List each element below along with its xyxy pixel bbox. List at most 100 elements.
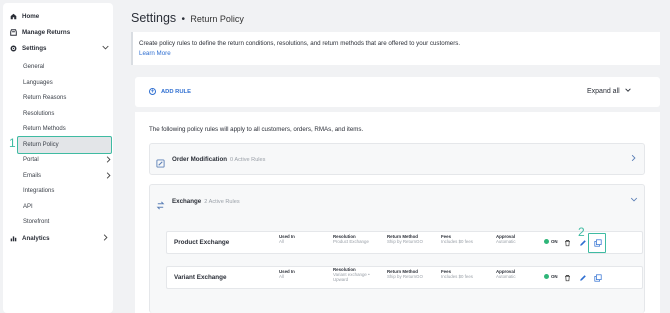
col-return-method: Return Method Ship by ReturnGO bbox=[387, 269, 423, 279]
sidebar-item-label: Integrations bbox=[23, 188, 55, 194]
col-return-method: Return Method Ship by ReturnGO bbox=[387, 234, 423, 244]
col-used-in: Used In All bbox=[279, 269, 295, 279]
pencil-icon[interactable] bbox=[578, 238, 587, 247]
nav-home[interactable]: Home bbox=[10, 13, 39, 20]
annotation-highlight-box bbox=[588, 233, 606, 253]
col-approval: Approval Automatic bbox=[496, 269, 516, 279]
table-row[interactable]: Variant Exchange Used In All Resolution … bbox=[166, 266, 643, 289]
group-order-modification[interactable]: Order Modification 0 Active Rules bbox=[149, 143, 645, 175]
col-value: Automatic bbox=[496, 239, 516, 245]
annotation-callout-2: 2 bbox=[578, 225, 585, 239]
chevron-right-icon bbox=[105, 156, 112, 165]
col-value: Product Exchange bbox=[333, 239, 369, 245]
col-resolution: Resolution Product Exchange bbox=[333, 234, 383, 244]
col-value: Includes $0 fees bbox=[441, 274, 473, 280]
add-rule-label: ADD RULE bbox=[161, 88, 191, 95]
sidebar-item-label: Portal bbox=[23, 157, 39, 163]
rule-name: Variant Exchange bbox=[174, 274, 227, 281]
edit-document-icon bbox=[156, 155, 165, 168]
col-used-in: Used In All bbox=[279, 234, 295, 244]
info-box: Create policy rules to define the return… bbox=[131, 32, 660, 65]
group-active-count: 2 Active Rules bbox=[204, 199, 240, 205]
col-approval: Approval Automatic bbox=[496, 234, 516, 244]
nav-home-label: Home bbox=[22, 13, 40, 20]
policy-panel: The following policy rules will apply to… bbox=[135, 112, 660, 313]
chevron-right-icon bbox=[630, 154, 637, 164]
group-title-text: Exchange bbox=[172, 198, 202, 205]
group-exchange[interactable]: Exchange 2 Active Rules Product Exchange … bbox=[149, 184, 645, 313]
status-on-indicator bbox=[544, 239, 549, 244]
chevron-down-icon bbox=[624, 87, 631, 95]
nav-settings-label: Settings bbox=[22, 45, 47, 52]
nav-analytics[interactable]: Analytics bbox=[10, 234, 110, 243]
sidebar-item-return-reasons[interactable]: Return Reasons bbox=[23, 95, 66, 101]
nav-analytics-label: Analytics bbox=[22, 235, 50, 242]
sidebar-item-integrations[interactable]: Integrations bbox=[23, 188, 54, 194]
info-text: Create policy rules to define the return… bbox=[139, 40, 461, 47]
home-icon bbox=[10, 13, 17, 20]
expand-all-button[interactable]: Expand all bbox=[587, 87, 631, 95]
chevron-right-icon bbox=[102, 234, 109, 243]
sidebar-item-languages[interactable]: Languages bbox=[23, 80, 53, 86]
nav-manage-returns-label: Manage Returns bbox=[22, 29, 71, 36]
col-fees: Fees Includes $0 fees bbox=[441, 234, 473, 244]
status-toggle[interactable]: ON bbox=[544, 239, 558, 244]
group-title-text: Order Modification bbox=[172, 156, 228, 163]
nav-settings[interactable]: Settings bbox=[10, 45, 110, 52]
plus-icon: + bbox=[149, 88, 156, 95]
gear-icon bbox=[10, 45, 17, 52]
sidebar-item-label: Storefront bbox=[23, 219, 50, 225]
col-value: Variant exchange • Upward bbox=[333, 272, 370, 283]
sidebar-item-label: Resolutions bbox=[23, 111, 55, 117]
sidebar-item-label: Languages bbox=[23, 80, 53, 86]
pencil-icon[interactable] bbox=[578, 273, 587, 282]
col-value: Includes $0 fees bbox=[441, 239, 473, 245]
learn-more-link[interactable]: Learn More bbox=[139, 50, 171, 57]
table-row[interactable]: Product Exchange Used In All Resolution … bbox=[166, 231, 643, 254]
status-toggle[interactable]: ON bbox=[544, 274, 558, 279]
status-label: ON bbox=[551, 239, 558, 244]
add-rule-button[interactable]: + ADD RULE bbox=[149, 88, 191, 95]
sidebar-item-label: API bbox=[23, 204, 33, 210]
exchange-arrows-icon bbox=[156, 197, 165, 210]
sidebar-item-label: Return Reasons bbox=[23, 95, 67, 101]
sidebar-item-api[interactable]: API bbox=[23, 204, 33, 210]
sidebar-item-label: Return Methods bbox=[23, 126, 66, 132]
page-title: Settings • Return Policy bbox=[131, 11, 244, 25]
rule-name: Product Exchange bbox=[174, 239, 230, 246]
title-separator: • bbox=[181, 14, 186, 25]
sidebar-item-portal[interactable]: Portal bbox=[23, 156, 118, 165]
trash-icon[interactable] bbox=[563, 238, 572, 247]
col-value: Ship by ReturnGO bbox=[387, 239, 423, 245]
sidebar-item-label: Return Policy bbox=[23, 142, 59, 148]
group-title: Order Modification 0 Active Rules bbox=[172, 156, 265, 163]
rules-note: The following policy rules will apply to… bbox=[149, 126, 364, 133]
sidebar-item-emails[interactable]: Emails bbox=[23, 172, 118, 181]
page-subtitle: Return Policy bbox=[190, 14, 244, 24]
bar-chart-icon bbox=[10, 235, 17, 242]
sidebar-item-label: General bbox=[23, 64, 45, 70]
expand-all-label: Expand all bbox=[587, 88, 620, 95]
col-value: Ship by ReturnGO bbox=[387, 274, 423, 280]
sidebar: Home Manage Returns Settings General Lan… bbox=[3, 3, 113, 313]
sidebar-item-return-policy[interactable]: Return Policy bbox=[23, 142, 59, 148]
toolbar: + ADD RULE Expand all bbox=[135, 77, 660, 107]
page-title-main: Settings bbox=[131, 11, 177, 25]
sidebar-item-return-methods[interactable]: Return Methods bbox=[23, 126, 66, 132]
sidebar-item-resolutions[interactable]: Resolutions bbox=[23, 111, 54, 117]
chevron-down-icon bbox=[630, 196, 638, 205]
status-label: ON bbox=[551, 274, 558, 279]
status-on-indicator bbox=[544, 274, 549, 279]
chevron-right-icon bbox=[105, 172, 112, 181]
col-value: All bbox=[279, 274, 284, 280]
sidebar-item-storefront[interactable]: Storefront bbox=[23, 219, 49, 225]
nav-manage-returns[interactable]: Manage Returns bbox=[10, 29, 70, 36]
duplicate-icon[interactable] bbox=[593, 273, 602, 282]
sidebar-item-general[interactable]: General bbox=[23, 64, 44, 70]
chevron-down-icon bbox=[102, 44, 109, 53]
group-title: Exchange 2 Active Rules bbox=[172, 198, 240, 205]
col-fees: Fees Includes $0 fees bbox=[441, 269, 473, 279]
col-resolution: Resolution Variant exchange • Upward bbox=[333, 267, 383, 283]
group-active-count: 0 Active Rules bbox=[230, 157, 266, 163]
trash-icon[interactable] bbox=[563, 273, 572, 282]
